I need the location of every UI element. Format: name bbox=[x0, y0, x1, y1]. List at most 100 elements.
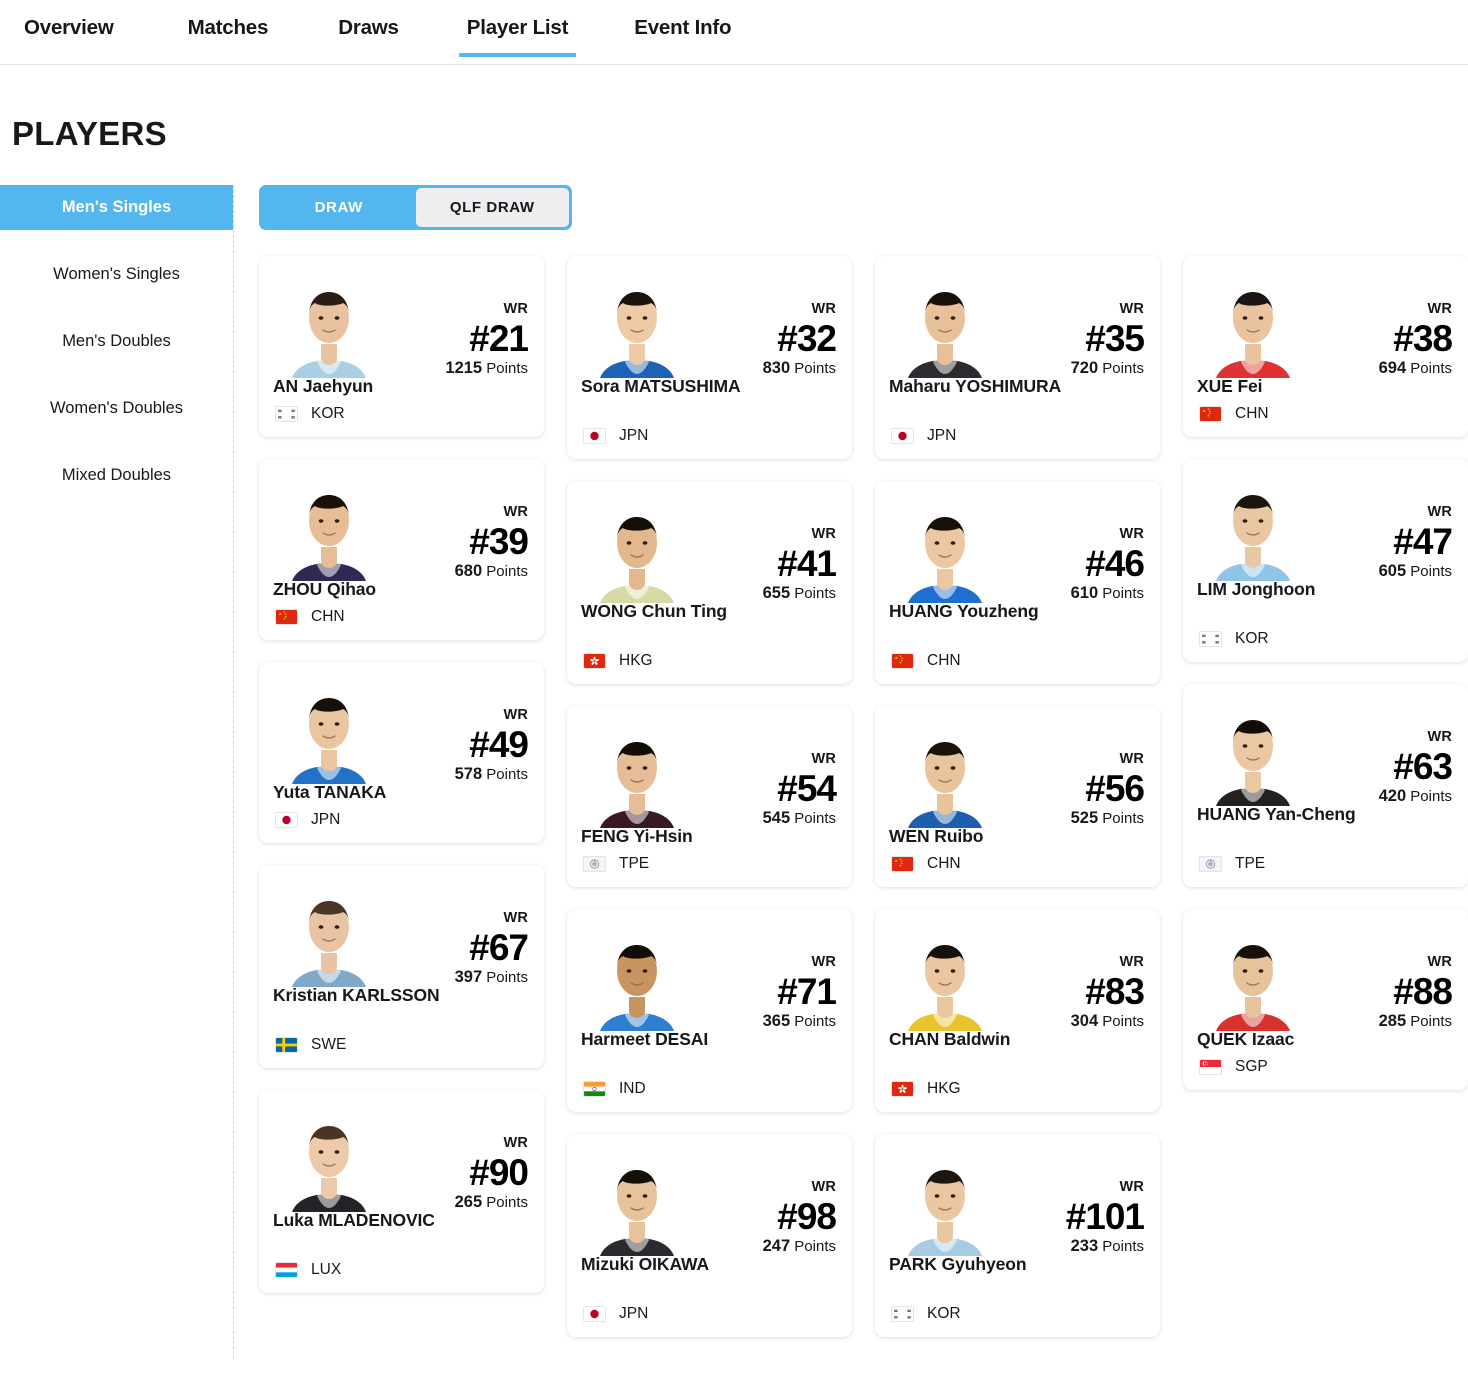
flag-icon-jpn bbox=[891, 428, 914, 444]
nationality-code: JPN bbox=[619, 427, 649, 444]
points-value: 304 bbox=[1070, 1011, 1099, 1030]
nationality-row: SGP bbox=[1199, 1058, 1268, 1076]
player-card[interactable]: WR #88 285 Points QUEK Izaac SGP bbox=[1183, 909, 1468, 1090]
world-ranking-block: WR #41 655 Points bbox=[763, 526, 837, 602]
player-card[interactable]: WR #63 420 Points HUANG Yan-Cheng TPE bbox=[1183, 684, 1468, 887]
player-card[interactable]: WR #71 365 Points Harmeet DESAI IND bbox=[567, 909, 852, 1112]
sidebar-item-mixed-doubles[interactable]: Mixed Doubles bbox=[0, 453, 233, 498]
world-rank-value: #39 bbox=[469, 520, 529, 562]
points-label: Points bbox=[486, 968, 528, 986]
nationality-row: CHN bbox=[891, 855, 961, 873]
world-rank-value: #49 bbox=[469, 723, 529, 765]
sidebar-item-men-s-doubles[interactable]: Men's Doubles bbox=[0, 319, 233, 364]
nationality-row: KOR bbox=[1199, 630, 1269, 648]
world-rank-value: #41 bbox=[777, 542, 837, 584]
player-card[interactable]: WR #46 610 Points HUANG Youzheng CHN bbox=[875, 481, 1160, 684]
player-card[interactable]: WR #101 233 Points PARK Gyuhyeon KOR bbox=[875, 1134, 1160, 1337]
player-name: HUANG Youzheng bbox=[889, 601, 1039, 621]
wr-label: WR bbox=[811, 526, 836, 542]
nationality-code: HKG bbox=[927, 1080, 961, 1097]
world-ranking-block: WR #35 720 Points bbox=[1071, 301, 1145, 376]
player-card[interactable]: WR #56 525 Points WEN Ruibo CHN bbox=[875, 706, 1160, 887]
player-card[interactable]: WR #38 694 Points XUE Fei CHN bbox=[1183, 256, 1468, 437]
player-name: WONG Chun Ting bbox=[581, 601, 728, 621]
player-photo bbox=[277, 875, 381, 987]
player-card[interactable]: WR #41 655 Points WONG Chun Ting HKG bbox=[567, 481, 852, 684]
wr-label: WR bbox=[811, 954, 836, 970]
points-value: 233 bbox=[1070, 1236, 1099, 1255]
nationality-code: CHN bbox=[927, 855, 961, 872]
world-ranking-block: WR #46 610 Points bbox=[1071, 527, 1145, 602]
player-card[interactable]: WR #35 720 Points Maharu YOSHIMURA JPN bbox=[875, 256, 1160, 459]
player-card[interactable]: WR #83 304 Points CHAN Baldwin HKG bbox=[875, 909, 1160, 1112]
wr-label: WR bbox=[1427, 954, 1452, 970]
player-name: AN Jaehyun bbox=[273, 376, 374, 396]
nav-tab-draws[interactable]: Draws bbox=[338, 0, 399, 40]
nationality-row: TPE bbox=[583, 855, 649, 873]
nationality-row: KOR bbox=[891, 1305, 961, 1323]
player-card-column: WR #35 720 Points Maharu YOSHIMURA JPN WR #46 6… bbox=[875, 256, 1182, 1359]
player-card[interactable]: WR #90 265 Points Luka MLADENOVIC LUX bbox=[259, 1090, 544, 1293]
nationality-row: CHN bbox=[275, 608, 345, 626]
nav-tab-event-info[interactable]: Event Info bbox=[634, 0, 731, 40]
nationality-code: IND bbox=[619, 1080, 646, 1097]
player-card[interactable]: WR #39 680 Points ZHOU Qihao CHN bbox=[259, 459, 544, 640]
world-rank-value: #38 bbox=[1393, 317, 1453, 359]
sidebar-item-women-s-doubles[interactable]: Women's Doubles bbox=[0, 386, 233, 431]
wr-label: WR bbox=[1119, 301, 1144, 317]
nav-tab-matches[interactable]: Matches bbox=[188, 0, 269, 40]
points-label: Points bbox=[1410, 1012, 1452, 1030]
nationality-code: HKG bbox=[619, 652, 653, 669]
nationality-code: CHN bbox=[1235, 405, 1269, 422]
points-line: 420 Points bbox=[1379, 787, 1452, 805]
player-name: LIM Jonghoon bbox=[1197, 579, 1316, 599]
sidebar-item-men-s-singles[interactable]: Men's Singles bbox=[0, 185, 233, 230]
draw-toggle-button[interactable]: DRAW bbox=[262, 188, 416, 227]
player-card[interactable]: WR #67 397 Points Kristian KARLSSON SWE bbox=[259, 865, 544, 1068]
world-rank-value: #67 bbox=[469, 926, 529, 968]
points-label: Points bbox=[794, 584, 836, 602]
sidebar-item-women-s-singles[interactable]: Women's Singles bbox=[0, 252, 233, 297]
world-rank-value: #71 bbox=[777, 970, 837, 1012]
player-name: HUANG Yan-Cheng bbox=[1197, 804, 1356, 824]
world-rank-value: #90 bbox=[469, 1151, 529, 1193]
player-name: Harmeet DESAI bbox=[581, 1029, 709, 1049]
world-ranking-block: WR #98 247 Points bbox=[763, 1180, 837, 1254]
flag-icon-hkg bbox=[891, 1081, 914, 1097]
player-card-column: WR #32 830 Points Sora MATSUSHIMA JPN WR #41 65… bbox=[567, 256, 874, 1359]
player-card[interactable]: WR #21 1215 Points AN Jaehyun KOR bbox=[259, 256, 544, 437]
player-photo bbox=[893, 1144, 997, 1256]
world-rank-value: #21 bbox=[469, 317, 529, 359]
points-label: Points bbox=[486, 359, 528, 377]
player-card[interactable]: WR #98 247 Points Mizuki OIKAWA JPN bbox=[567, 1134, 852, 1337]
world-rank-value: #88 bbox=[1393, 970, 1453, 1012]
nationality-code: KOR bbox=[1235, 630, 1269, 647]
player-card-column: WR #38 694 Points XUE Fei CHN WR #47 605 Points… bbox=[1183, 256, 1468, 1359]
player-photo bbox=[893, 266, 997, 378]
points-line: 680 Points bbox=[455, 562, 528, 580]
player-card-column: WR #21 1215 Points AN Jaehyun KOR WR #39 680 Po… bbox=[259, 256, 566, 1359]
points-label: Points bbox=[1410, 562, 1452, 580]
points-value: 605 bbox=[1378, 561, 1407, 580]
nav-tab-player-list[interactable]: Player List bbox=[458, 0, 576, 57]
player-card-grid: WR #21 1215 Points AN Jaehyun KOR WR #39 680 Po… bbox=[259, 256, 1468, 1359]
flag-icon-kor bbox=[275, 406, 298, 422]
player-name: Kristian KARLSSON bbox=[273, 985, 440, 1005]
points-line: 655 Points bbox=[763, 584, 836, 602]
player-name: PARK Gyuhyeon bbox=[889, 1254, 1027, 1274]
world-ranking-block: WR #54 545 Points bbox=[763, 752, 837, 826]
points-value: 578 bbox=[454, 764, 483, 783]
nationality-code: TPE bbox=[619, 855, 650, 872]
world-ranking-block: WR #32 830 Points bbox=[763, 302, 837, 376]
points-label: Points bbox=[1102, 584, 1144, 602]
player-card[interactable]: WR #32 830 Points Sora MATSUSHIMA JPN bbox=[567, 256, 852, 459]
qlf-draw-toggle-button[interactable]: QLF DRAW bbox=[415, 188, 569, 227]
player-card[interactable]: WR #49 578 Points Yuta TANAKA JPN bbox=[259, 662, 544, 843]
nav-tab-overview[interactable]: Overview bbox=[24, 0, 114, 40]
nationality-code: SWE bbox=[311, 1036, 347, 1053]
world-ranking-block: WR #83 304 Points bbox=[1070, 955, 1145, 1030]
player-card[interactable]: WR #54 545 Points FENG Yi-Hsin TPE bbox=[567, 706, 852, 887]
nationality-code: JPN bbox=[311, 811, 341, 828]
points-label: Points bbox=[486, 765, 528, 783]
player-card[interactable]: WR #47 605 Points LIM Jonghoon KOR bbox=[1183, 459, 1468, 662]
